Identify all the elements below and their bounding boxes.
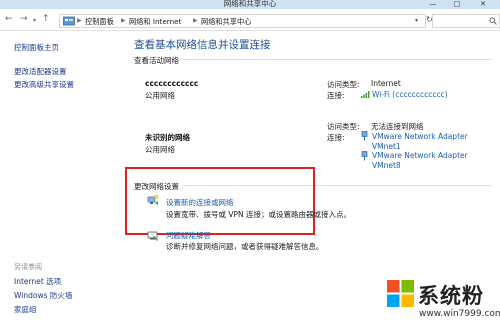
access-type-label: 访问类型: xyxy=(327,80,360,89)
see-also-homegroup[interactable]: 家庭组 xyxy=(14,304,37,315)
watermark-text: 系统粉 xyxy=(418,284,484,308)
setup-new-connection-description: 设置宽带、拨号或 VPN 连接；或设置路由器或接入点。 xyxy=(166,210,352,219)
breadcrumb-control-panel[interactable]: 控制面板 xyxy=(85,17,114,27)
dropdown-chevron-icon[interactable]: ▾ xyxy=(415,17,418,24)
windows-logo-icon xyxy=(387,280,414,307)
breadcrumb-separator: ▶ xyxy=(77,17,82,24)
troubleshoot-icon xyxy=(147,231,158,241)
recent-locations-icon[interactable]: ▾ xyxy=(33,17,36,24)
wifi-connection-link[interactable]: Wi-Fi (cccccccccccc) xyxy=(372,90,448,99)
minimize-button[interactable]: — xyxy=(424,0,442,9)
breadcrumb[interactable]: ▶ 控制面板 ▶ 网络和 Internet ▶ 网络和共享中心 ▾ xyxy=(59,14,426,28)
forward-button[interactable]: → xyxy=(20,14,28,24)
access-type-label: 访问类型: xyxy=(327,122,360,131)
network-category[interactable]: 公用网络 xyxy=(145,90,175,101)
title-bar: 网络和共享中心 — □ ✕ xyxy=(0,0,500,9)
setup-new-connection-link[interactable]: 设置新的连接或网络 xyxy=(166,197,234,208)
sidebar-item-change-adapter-settings[interactable]: 更改适配器设置 xyxy=(14,66,67,77)
new-connection-icon xyxy=(147,195,158,205)
see-also-heading: 另请参阅 xyxy=(14,263,42,271)
search-icon xyxy=(489,17,497,25)
network-name: cccccccccccc xyxy=(145,79,199,88)
vmnet1-connection-link[interactable]: VMware Network Adapter xyxy=(372,132,468,141)
vmnet8-connection-link[interactable]: VMware Network Adapter xyxy=(372,151,468,160)
see-also-windows-firewall[interactable]: Windows 防火墙 xyxy=(14,290,72,301)
breadcrumb-network-sharing-center[interactable]: 网络和共享中心 xyxy=(201,17,251,27)
breadcrumb-network-internet[interactable]: 网络和 Internet xyxy=(129,17,181,27)
access-type-value: Internet xyxy=(371,79,401,88)
sidebar-item-control-panel-home[interactable]: 控制面板主页 xyxy=(14,42,59,53)
connections-label: 连接: xyxy=(327,133,345,142)
back-button[interactable]: ← xyxy=(5,14,13,24)
close-button[interactable]: ✕ xyxy=(474,0,492,9)
access-type-value: 无法连接到网络 xyxy=(371,122,424,131)
troubleshoot-problems-description: 诊断并修复网络问题，或者获得疑难解答信息。 xyxy=(166,242,324,251)
wifi-signal-icon xyxy=(361,91,370,98)
network-category[interactable]: 公用网络 xyxy=(145,144,175,155)
vmnet1-connection-link-suffix[interactable]: VMnet1 xyxy=(372,142,401,151)
page-title: 查看基本网络信息并设置连接 xyxy=(134,39,271,51)
ethernet-adapter-icon xyxy=(361,151,368,161)
search-input[interactable] xyxy=(432,14,500,28)
troubleshoot-problems-link[interactable]: 问题疑难解答 xyxy=(166,230,211,241)
see-also-internet-options[interactable]: Internet 选项 xyxy=(14,276,61,287)
breadcrumb-separator: ▶ xyxy=(121,17,126,24)
sidebar-item-change-advanced-sharing[interactable]: 更改高级共享设置 xyxy=(14,79,74,90)
connections-label: 连接: xyxy=(327,91,345,100)
vmnet8-connection-link-suffix[interactable]: VMnet8 xyxy=(372,161,401,170)
ethernet-adapter-icon xyxy=(361,131,368,141)
control-panel-icon xyxy=(63,16,75,26)
section-divider xyxy=(177,59,492,60)
breadcrumb-separator: ▶ xyxy=(193,17,198,24)
watermark-url: www.win7999.com xyxy=(419,309,500,319)
network-name: 未识别的网络 xyxy=(145,133,190,142)
active-networks-heading: 查看活动网络 xyxy=(134,56,179,65)
address-bar: ← → ▾ ↑ ▶ 控制面板 ▶ 网络和 Internet ▶ 网络和共享中心 … xyxy=(0,9,500,31)
maximize-button[interactable]: □ xyxy=(448,0,466,9)
up-button[interactable]: ↑ xyxy=(42,14,50,24)
